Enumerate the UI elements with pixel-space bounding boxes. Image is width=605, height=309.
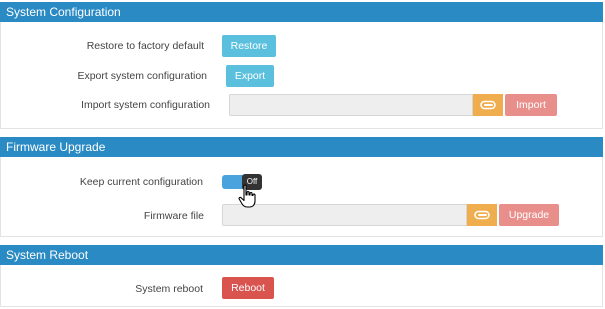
- reboot-button[interactable]: Reboot: [222, 277, 274, 299]
- firmware-attach-button[interactable]: [467, 204, 497, 226]
- paperclip-icon: [480, 100, 496, 110]
- keep-configuration-label: Keep current configuration: [79, 176, 203, 188]
- restore-label: Restore to factory default: [86, 40, 204, 52]
- firmware-file-label: Firmware file: [143, 210, 204, 222]
- system-configuration-header: System Configuration: [0, 2, 603, 22]
- export-button[interactable]: Export: [226, 65, 274, 87]
- firmware-upgrade-title: Firmware Upgrade: [6, 140, 106, 154]
- system-reboot-title: System Reboot: [6, 248, 89, 262]
- import-label: Import system configuration: [81, 99, 210, 111]
- restore-button[interactable]: Restore: [222, 35, 276, 57]
- system-reboot-label: System reboot: [135, 283, 203, 295]
- system-configuration-title: System Configuration: [6, 5, 121, 19]
- paperclip-icon: [474, 210, 490, 220]
- firmware-file-input[interactable]: [222, 204, 467, 226]
- export-label: Export system configuration: [77, 70, 207, 82]
- upgrade-button[interactable]: Upgrade: [499, 204, 559, 226]
- keep-configuration-toggle[interactable]: Off: [222, 174, 262, 190]
- system-reboot-panel: [0, 265, 603, 307]
- toggle-state-label: Off: [242, 174, 262, 190]
- import-button[interactable]: Import: [505, 94, 557, 116]
- import-file-input[interactable]: [229, 94, 473, 116]
- system-reboot-header: System Reboot: [0, 245, 603, 265]
- import-attach-button[interactable]: [473, 94, 503, 116]
- firmware-upgrade-header: Firmware Upgrade: [0, 137, 603, 157]
